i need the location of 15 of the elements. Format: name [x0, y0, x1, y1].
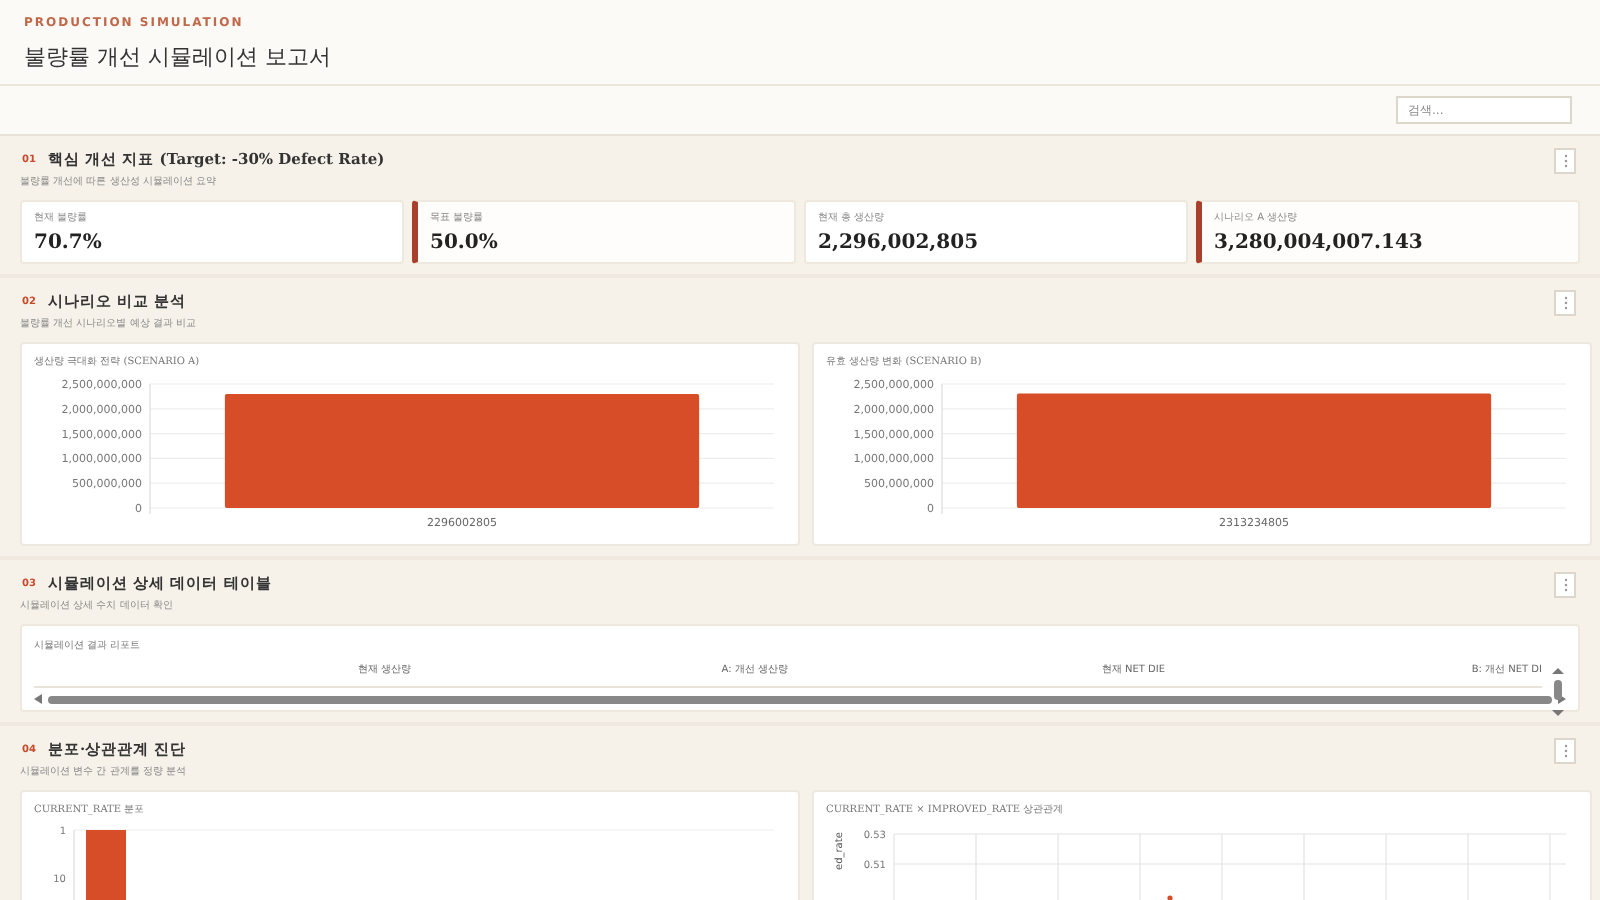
histogram-bar: [86, 830, 126, 900]
more-button[interactable]: [1554, 289, 1576, 315]
more-button[interactable]: [1554, 147, 1576, 173]
scatter-point: [1167, 895, 1173, 900]
metric-value: 3,280,004,007.143: [1214, 232, 1425, 254]
horizontal-scrollbar[interactable]: [34, 694, 1566, 704]
more-button[interactable]: [1554, 737, 1576, 763]
metric-value: 70.7%: [34, 232, 104, 254]
metric-value: 50.0%: [430, 232, 500, 254]
more-button[interactable]: [1554, 571, 1576, 597]
scroll-left-icon[interactable]: [34, 694, 42, 704]
metric-value: 2,296,002,805: [818, 232, 981, 254]
scroll-right-icon[interactable]: [1558, 694, 1566, 704]
vertical-scrollbar[interactable]: [1550, 662, 1566, 722]
report-title: 불량률 개선 시뮬레이션 보고서: [24, 42, 333, 72]
